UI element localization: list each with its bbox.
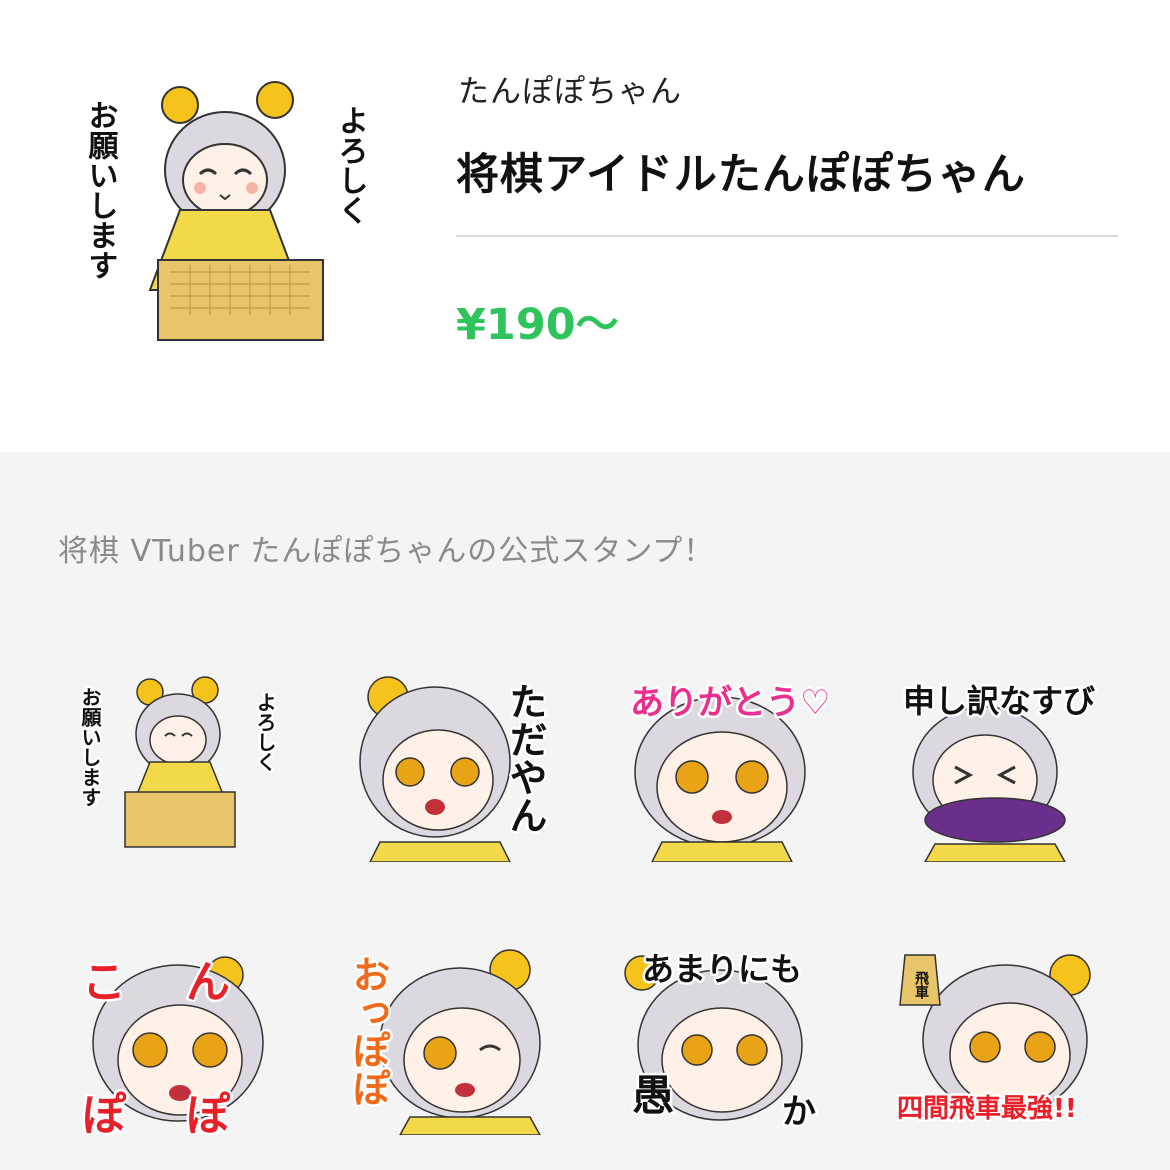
sticker-thumb-7[interactable]: あまりにも 愚 か <box>612 935 832 1135</box>
sticker-7-text-b: 愚 <box>632 1071 674 1120</box>
sticker-8-text: 四間飛車最強!! <box>897 1094 1077 1124</box>
sticker-4-text: 申し訳なすび <box>903 682 1095 720</box>
sticker-1-text-a: よろしく <box>253 692 277 772</box>
sticker-6-text: おっぽぽ <box>346 955 390 1107</box>
sticker-thumb-8[interactable]: 飛車 四間飛車最強!! <box>885 935 1105 1135</box>
sticker-3-text: ありがとう♡ <box>630 683 830 723</box>
sticker-title: 将棋アイドルたんぽぽちゃん <box>456 150 1026 200</box>
main-sticker-text-left: お願いします <box>83 100 119 280</box>
main-sticker-image: よろしく お願いします <box>60 60 380 360</box>
description-text: 将棋 VTuber たんぽぽちゃんの公式スタンプ！ <box>58 534 715 569</box>
author-name[interactable]: たんぽぽちゃん <box>458 66 682 111</box>
sticker-7-text-c: か <box>782 1092 816 1132</box>
sticker-header-panel: よろしく お願いします たんぽぽちゃん 将棋アイドルたんぽぽちゃん ¥190～ <box>0 0 1170 452</box>
price-label: ¥190～ <box>456 300 619 350</box>
sticker-thumb-2[interactable]: ただやん <box>340 662 560 862</box>
sticker-5-text-a: こん <box>82 957 290 1008</box>
sticker-thumb-3[interactable]: ありがとう♡ <box>612 662 832 862</box>
sticker-2-text: ただやん <box>503 682 547 834</box>
sticker-thumb-5[interactable]: こん ぽぽ <box>70 935 290 1135</box>
sticker-8-piece-text: 飛車 <box>913 971 930 1000</box>
sticker-1-text-b: お願いします <box>78 687 102 807</box>
main-sticker-text-right: よろしく <box>333 105 368 225</box>
divider <box>456 235 1118 237</box>
sticker-thumb-6[interactable]: おっぽぽ <box>340 935 560 1135</box>
sticker-7-text-a: あまりにも <box>642 950 802 988</box>
sticker-5-text-b: ぽぽ <box>82 1090 290 1135</box>
sticker-thumb-1[interactable]: よろしく お願いします <box>70 662 290 862</box>
sticker-thumb-4[interactable]: 申し訳なすび <box>885 662 1105 862</box>
